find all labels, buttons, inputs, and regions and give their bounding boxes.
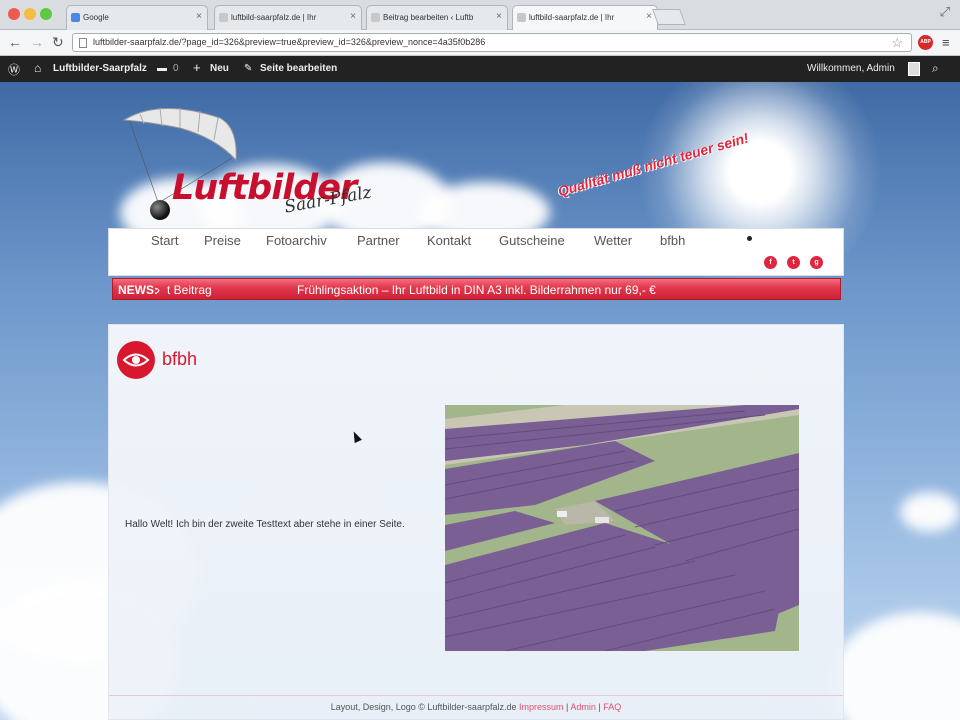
account-greeting[interactable]: Willkommen, Admin (807, 63, 895, 74)
nav-item-fotoarchiv[interactable]: Fotoarchiv (266, 233, 327, 248)
ticker-label: NEWS: (118, 283, 158, 297)
ticker-item[interactable]: t Beitrag (167, 283, 212, 297)
new-content-link[interactable]: Neu (210, 63, 229, 74)
nav-item-start[interactable]: Start (151, 233, 178, 248)
wordpress-logo-icon[interactable]: Ⓦ (8, 61, 20, 78)
close-tab-icon[interactable]: × (646, 11, 652, 22)
tab-title: Google (83, 13, 109, 22)
new-tab-button[interactable] (652, 9, 686, 25)
bookmark-star-icon[interactable]: ☆ (891, 35, 903, 51)
minimize-window-button[interactable] (24, 8, 36, 20)
nav-item-preise[interactable]: Preise (204, 233, 241, 248)
solar-park-photo (445, 405, 799, 651)
content-panel: bfbh Hallo Welt! Ich bin der zweite Test… (108, 324, 844, 720)
home-icon: ⌂ (34, 61, 42, 75)
zoom-window-button[interactable] (40, 8, 52, 20)
site-name-link[interactable]: Luftbilder-Saarpfalz (53, 63, 147, 74)
wp-admin-bar: Ⓦ ⌂ Luftbilder-Saarpfalz ▬ 0 + Neu ✎ Sei… (0, 56, 960, 82)
nav-item-partner[interactable]: Partner (357, 233, 400, 248)
footer-link-impressum[interactable]: Impressum (519, 702, 564, 712)
comments-icon[interactable]: ▬ (157, 63, 167, 74)
page-viewport: Luftbilder Saar-Pfalz Qualität muß nicht… (0, 82, 960, 720)
mouse-cursor-icon (350, 429, 362, 444)
footer-separator: | (566, 702, 569, 712)
search-icon[interactable]: ⌕ (932, 61, 939, 76)
googleplus-icon[interactable]: g (810, 256, 823, 269)
page-title: bfbh (162, 349, 198, 369)
browser-toolbar: ← → ↻ luftbilder-saarpfalz.de/?page_id=3… (0, 30, 960, 56)
eye-icon (117, 341, 155, 379)
ticker-arrow-icon: › (156, 283, 160, 297)
page-icon (79, 38, 87, 48)
avatar[interactable] (908, 62, 920, 76)
comments-count: 0 (173, 63, 179, 74)
tab-title: Beitrag bearbeiten ‹ Luftb (383, 13, 474, 22)
globe-logo-icon (150, 200, 170, 220)
browser-menu-icon[interactable]: ≡ (942, 35, 950, 50)
nav-item-wetter[interactable]: Wetter (594, 233, 632, 248)
ticker-item[interactable]: Frühlingsaktion – Ihr Luftbild in DIN A3… (297, 283, 656, 297)
tab-title: luftbild-saarpfalz.de | Ihr (231, 13, 317, 22)
footer-link-admin[interactable]: Admin (570, 702, 596, 712)
adblock-icon[interactable]: ABP (918, 35, 933, 50)
google-favicon-icon (71, 13, 80, 22)
footer: Layout, Design, Logo © Luftbilder-saarpf… (109, 702, 843, 712)
cloud-decoration (900, 492, 960, 532)
facebook-icon[interactable]: f (764, 256, 777, 269)
url-text: luftbilder-saarpfalz.de/?page_id=326&pre… (93, 37, 486, 47)
twitter-icon[interactable]: t (787, 256, 800, 269)
tab-luftbild-1[interactable]: luftbild-saarpfalz.de | Ihr × (214, 5, 362, 30)
page-body-text: Hallo Welt! Ich bin der zweite Testtext … (125, 519, 405, 530)
close-tab-icon[interactable]: × (496, 11, 502, 22)
nav-item-bfbh[interactable]: bfbh (660, 233, 685, 248)
page-favicon-icon (371, 13, 380, 22)
close-window-button[interactable] (8, 8, 20, 20)
fullscreen-icon[interactable]: ⤢ (940, 4, 950, 20)
tab-google[interactable]: Google × (66, 5, 208, 30)
footer-link-faq[interactable]: FAQ (603, 702, 621, 712)
cloud-decoration (830, 612, 960, 720)
close-tab-icon[interactable]: × (196, 11, 202, 22)
page-favicon-icon (517, 13, 526, 22)
browser-tab-bar: Google × luftbild-saarpfalz.de | Ihr × B… (0, 0, 960, 30)
news-ticker: NEWS: › t Beitrag Frühlingsaktion – Ihr … (112, 278, 841, 300)
tab-luftbild-active[interactable]: luftbild-saarpfalz.de | Ihr × (512, 5, 658, 30)
footer-copyright: Layout, Design, Logo © Luftbilder-saarpf… (330, 702, 517, 712)
edit-page-link[interactable]: Seite bearbeiten (260, 63, 337, 74)
nav-dropdown-indicator (747, 236, 752, 241)
page-favicon-icon (219, 13, 228, 22)
nav-item-gutscheine[interactable]: Gutscheine (499, 233, 565, 248)
close-tab-icon[interactable]: × (350, 11, 356, 22)
footer-separator: | (598, 702, 601, 712)
back-arrow-icon[interactable]: ← (8, 34, 22, 50)
tab-beitrag-bearbeiten[interactable]: Beitrag bearbeiten ‹ Luftb × (366, 5, 508, 30)
nav-item-kontakt[interactable]: Kontakt (427, 233, 471, 248)
pencil-icon: ✎ (244, 63, 253, 74)
address-bar[interactable]: luftbilder-saarpfalz.de/?page_id=326&pre… (72, 33, 912, 52)
forward-arrow-icon[interactable]: → (30, 34, 44, 50)
reload-icon[interactable]: ↻ (52, 34, 64, 50)
main-nav: Start Preise Fotoarchiv Partner Kontakt … (108, 228, 844, 276)
footer-divider (109, 695, 843, 696)
tab-title: luftbild-saarpfalz.de | Ihr (529, 13, 615, 22)
plus-icon: + (193, 60, 201, 75)
